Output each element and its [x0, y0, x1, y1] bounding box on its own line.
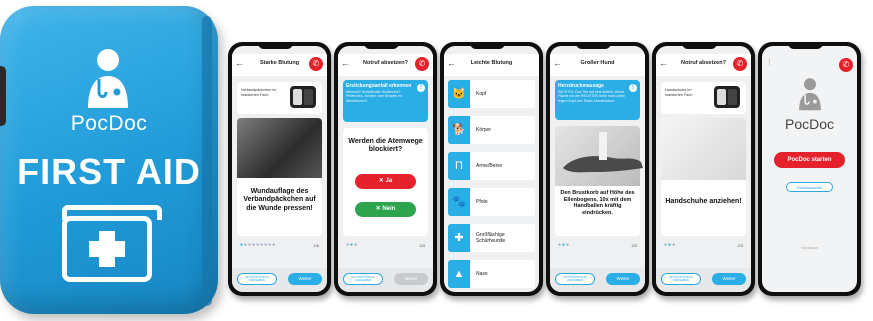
instruction-card: Wundauflage des Verbandpäckchen auf die …: [237, 118, 322, 236]
instruction-text: Handschuhe anziehen!: [665, 198, 742, 205]
pager: 2/3: [631, 243, 637, 248]
info-icon[interactable]: !: [417, 84, 425, 92]
direct-select-button[interactable]: Direktauswahl: [786, 182, 833, 192]
emergency-button[interactable]: NOTRUF/STEUN VERGEBEN: [237, 273, 277, 285]
menu-icon[interactable]: ⋮: [766, 58, 773, 66]
instruction-text: Wundauflage des Verbandpäckchen auf die …: [243, 188, 316, 212]
instruction-card: Handschuhe anziehen!: [661, 118, 746, 236]
first-aid-case: PocDoc FIRST AID: [0, 6, 218, 314]
phone-splash: ⋮ ✆ PocDoc PocDoc starten Direktauswahl …: [758, 42, 861, 296]
emergency-call-button[interactable]: ✆: [415, 57, 429, 71]
alert-text: Atemnot? Anhaltender Hustenreiz? Pfeifen…: [346, 90, 402, 103]
list-item[interactable]: 🐾 Pfote: [448, 188, 535, 216]
no-label: Nein: [382, 206, 396, 212]
imprint-link[interactable]: Impressum: [762, 246, 857, 250]
emergency-button[interactable]: NOTRUF/STEUN VERGEBEN: [343, 273, 383, 285]
app-name: PocDoc: [784, 116, 835, 132]
yes-label: Ja: [385, 178, 393, 184]
alert-title: Erstickungsanfall erkennen: [346, 83, 412, 89]
list-item-label: Großflächige Schürfwunde: [476, 232, 506, 244]
info-text: Verbandpäckchen im markierten Fach: [241, 88, 277, 97]
info-text: Handschuhe im markierten Fach: [665, 88, 693, 97]
screen-title: Großer Hund: [580, 60, 615, 66]
phone-handschuhe: ← Notruf absetzen? ✆ Handschuhe im marki…: [652, 42, 755, 296]
progress-dots: ●●●: [558, 242, 571, 248]
top-bar: ← Starke Blutung ✆: [232, 54, 327, 76]
kit-compartment-icon: [714, 86, 740, 108]
bandage-photo: [237, 118, 322, 178]
top-bar: ← Notruf absetzen? ✆: [338, 54, 433, 76]
dog-silhouette-icon: [563, 132, 643, 173]
bottom-bar: NOTRUF/STEUN VERGEBEN Weiter: [232, 268, 327, 292]
instruction-card: Den Brustkorb auf Höhe des Ellenbogens, …: [555, 126, 643, 236]
progress-dots: ●●●: [346, 242, 359, 248]
list-item[interactable]: ✚ Großflächige Schürfwunde: [448, 224, 535, 252]
doctor-icon: [88, 49, 128, 108]
legs-icon: Π: [448, 152, 470, 180]
first-aid-box-icon: [62, 205, 162, 282]
question-text: Werden die Atemwege blockiert?: [348, 138, 423, 154]
emergency-button[interactable]: NOTRUF/STEUN VERGEBEN: [555, 273, 595, 285]
case-brand: PocDoc: [70, 112, 148, 135]
yes-button[interactable]: ✕ Ja: [355, 174, 416, 189]
alert-title: Herzdruckmassage: [558, 83, 604, 89]
bottom-bar: NOTRUF/STEUN VERGEBEN Weiter: [656, 268, 751, 292]
list-item-label: Nase: [476, 271, 488, 277]
phone-ersticken: ← Notruf absetzen? ✆ Erstickungsanfall e…: [334, 42, 437, 296]
phone-leichte-blutung: ← Leichte Blutung 🐱 Kopf 🐕 Körper Π Arme…: [440, 42, 543, 296]
bandage-icon: ✚: [448, 224, 470, 252]
emergency-call-button[interactable]: ✆: [839, 58, 853, 72]
nose-icon: ▲: [448, 260, 470, 288]
next-button[interactable]: Weiter: [288, 273, 322, 285]
bottom-bar: NOTRUF/STEUN VERGEBEN Weiter: [338, 268, 433, 292]
next-button[interactable]: Weiter: [606, 273, 640, 285]
progress-dots: ●●●: [664, 242, 677, 248]
screen-title: Leichte Blutung: [470, 60, 513, 66]
bottom-bar: NOTRUF/STEUN VERGEBEN Weiter: [550, 268, 645, 292]
next-button[interactable]: Weiter: [712, 273, 746, 285]
alert-card: Erstickungsanfall erkennen Atemnot? Anha…: [343, 80, 428, 122]
emergency-button[interactable]: NOTRUF/STEUN VERGEBEN: [661, 273, 701, 285]
emergency-call-button[interactable]: ✆: [733, 57, 747, 71]
top-bar: ← Leichte Blutung: [444, 54, 539, 76]
phone-grosser-hund: ← Großer Hund Herzdruckmassage WICHTIG: …: [546, 42, 649, 296]
instruction-text: Den Brustkorb auf Höhe des Ellenbogens, …: [560, 190, 635, 216]
next-button[interactable]: Weiter: [394, 273, 428, 285]
no-button[interactable]: ✕ Nein: [355, 202, 416, 217]
info-icon[interactable]: !: [629, 84, 637, 92]
alert-text: WICHTIG: Das Tier auf eine stabile, eben…: [558, 90, 626, 103]
top-bar: ← Notruf absetzen? ✆: [656, 54, 751, 76]
progress-dots: ●●●●●●●●●: [240, 242, 277, 248]
list-item[interactable]: ▲ Nase: [448, 260, 535, 288]
start-button[interactable]: PocDoc starten: [774, 152, 845, 168]
kit-compartment-icon: [290, 86, 316, 108]
pager: 1/6: [313, 243, 319, 248]
paw-icon: 🐾: [448, 188, 470, 216]
alert-card: Herzdruckmassage WICHTIG: Das Tier auf e…: [555, 80, 640, 120]
list-item-label: Arme/Beine: [476, 163, 503, 169]
top-bar: ← Großer Hund: [550, 54, 645, 76]
doctor-icon: [799, 78, 821, 111]
info-card: Verbandpäckchen im markierten Fach: [237, 82, 322, 114]
cat-head-icon: 🐱: [448, 80, 470, 108]
question-card: Werden die Atemwege blockiert? ✕ Ja ✕ Ne…: [343, 128, 428, 236]
list-item-label: Körper: [476, 127, 492, 133]
dog-cpr-photo: [555, 126, 643, 186]
gloves-photo: [661, 118, 746, 180]
pager: 2/3: [737, 243, 743, 248]
info-card: Handschuhe im markierten Fach: [661, 82, 746, 114]
list-item[interactable]: 🐱 Kopf: [448, 80, 535, 108]
list-item-label: Kopf: [476, 91, 487, 97]
list-item[interactable]: Π Arme/Beine: [448, 152, 535, 180]
case-label: FIRST AID: [17, 151, 201, 192]
list-item-label: Pfote: [476, 199, 488, 205]
pager: 2/3: [419, 243, 425, 248]
emergency-call-button[interactable]: ✆: [309, 57, 323, 71]
phone-starke-blutung: ← Starke Blutung ✆ Verbandpäckchen im ma…: [228, 42, 331, 296]
dog-body-icon: 🐕: [448, 116, 470, 144]
list-item[interactable]: 🐕 Körper: [448, 116, 535, 144]
